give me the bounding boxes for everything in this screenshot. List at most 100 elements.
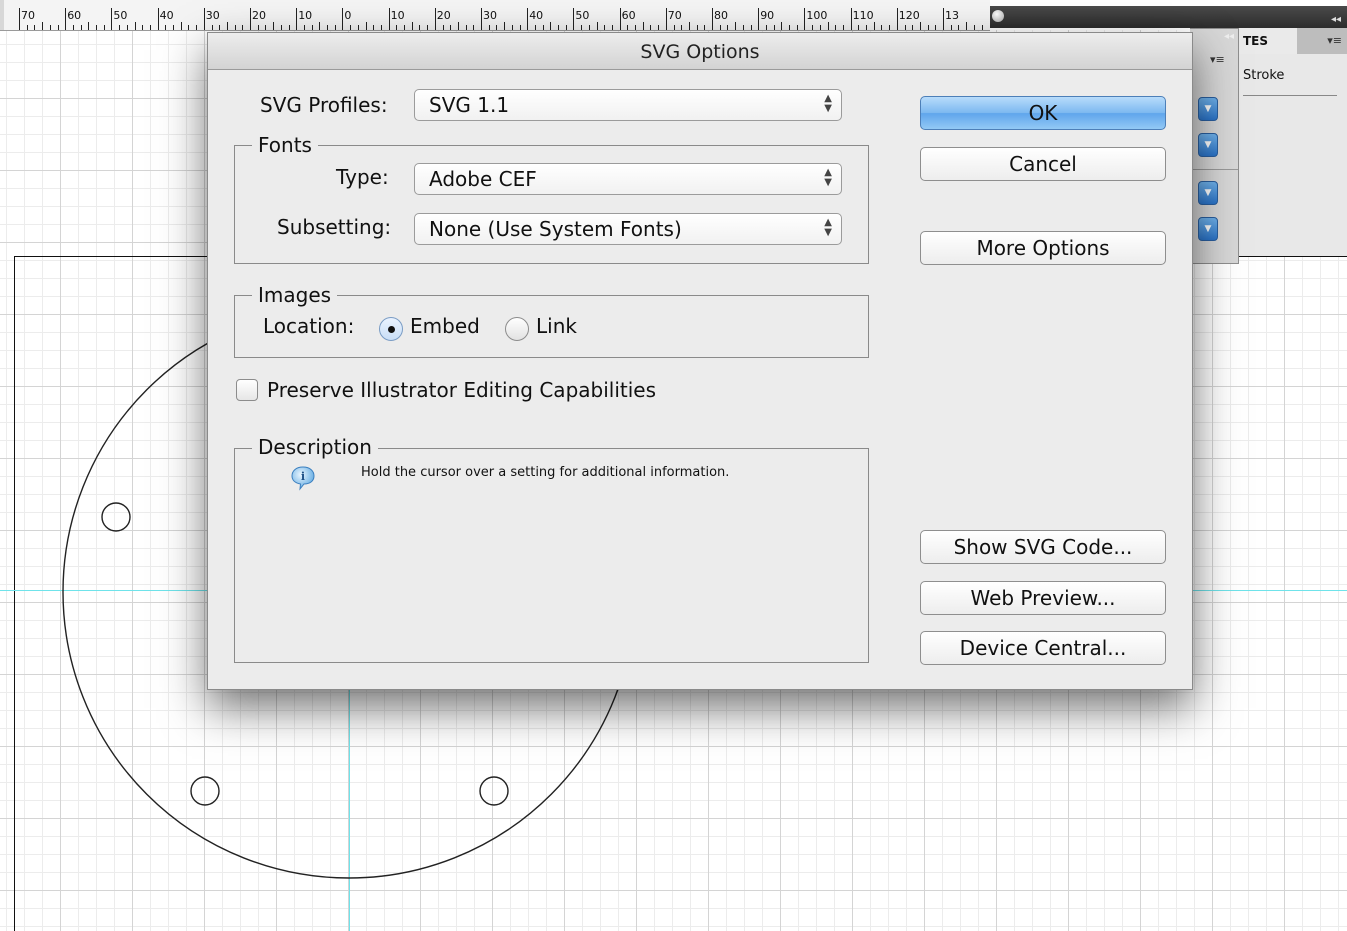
ruler-label: 60 xyxy=(621,9,636,22)
ruler-minor-tick xyxy=(904,25,906,30)
ruler-minor-tick xyxy=(627,25,629,30)
ruler-major-tick xyxy=(665,8,667,30)
small-circle-shape[interactable] xyxy=(479,776,509,806)
panel-dock-header[interactable]: ◂◂ xyxy=(990,6,1347,28)
ruler-minor-tick xyxy=(26,25,28,30)
ruler-major-tick xyxy=(850,8,852,30)
link-label[interactable]: Link xyxy=(536,314,577,338)
ruler-label: 20 xyxy=(252,9,266,22)
ruler-minor-tick xyxy=(219,25,221,30)
ruler-minor-tick xyxy=(735,22,737,30)
ruler-label: 50 xyxy=(113,9,128,22)
ruler-major-tick xyxy=(296,8,298,30)
ruler-minor-tick xyxy=(134,22,136,30)
svg-profiles-label: SVG Profiles: xyxy=(260,93,388,117)
ruler-major-tick xyxy=(19,8,20,30)
ruler-label: 20 xyxy=(436,9,451,22)
subsetting-select[interactable]: None (Use System Fonts) ▲ ▼ xyxy=(414,213,842,245)
ruler-major-tick xyxy=(250,8,251,30)
ruler-label: 10 xyxy=(298,9,313,22)
ruler-major-tick xyxy=(896,8,898,30)
small-circle-shape[interactable] xyxy=(190,776,220,806)
panel-dropdown-button[interactable]: ▼ xyxy=(1198,97,1218,121)
ruler-major-tick xyxy=(111,8,113,30)
ruler-major-tick xyxy=(65,8,67,30)
font-type-label: Type: xyxy=(336,165,389,189)
ruler-label: 110 xyxy=(852,9,874,22)
ruler-minor-tick xyxy=(450,25,452,30)
panel-dropdown-button[interactable]: ▼ xyxy=(1198,181,1218,205)
ruler-minor-tick xyxy=(34,25,36,30)
font-type-value: Adobe CEF xyxy=(429,167,537,191)
show-svg-code-button[interactable]: Show SVG Code... xyxy=(920,530,1166,564)
ruler-label: 13 xyxy=(945,9,959,22)
panel-dropdown-button[interactable]: ▼ xyxy=(1198,133,1218,157)
svg-profiles-value: SVG 1.1 xyxy=(429,93,510,117)
embed-radio[interactable] xyxy=(379,317,403,341)
ruler-major-tick xyxy=(758,8,760,30)
ruler-minor-tick xyxy=(696,25,698,30)
ruler-minor-tick xyxy=(511,25,513,30)
preserve-editing-checkbox[interactable] xyxy=(236,379,258,401)
ruler-minor-tick xyxy=(950,25,952,30)
ruler-minor-tick xyxy=(311,25,313,30)
collapse-panels-icon[interactable]: ◂◂ xyxy=(1331,14,1341,25)
ruler-minor-tick xyxy=(57,25,59,30)
ruler-label: 80 xyxy=(714,9,728,22)
small-circle-shape[interactable] xyxy=(101,502,131,532)
ok-button[interactable]: OK xyxy=(920,96,1166,130)
side-panel: ◂◂ ▾≡ ▼ ▼ ▼ ▼ xyxy=(1190,28,1239,264)
device-central-button[interactable]: Device Central... xyxy=(920,631,1166,665)
svg-profiles-select[interactable]: SVG 1.1 ▲ ▼ xyxy=(414,89,842,121)
ruler-minor-tick xyxy=(126,25,128,30)
panel-menu-icon[interactable]: ▾≡ xyxy=(1327,34,1342,47)
embed-label[interactable]: Embed xyxy=(410,314,480,338)
ruler-minor-tick xyxy=(357,25,359,30)
preserve-editing-label[interactable]: Preserve Illustrator Editing Capabilitie… xyxy=(267,378,656,402)
ruler-minor-tick xyxy=(642,22,644,30)
ruler-minor-tick xyxy=(49,25,51,30)
ruler-minor-tick xyxy=(635,25,636,30)
ruler-minor-tick xyxy=(673,25,675,30)
panel-menu-icon[interactable]: ▾≡ xyxy=(1210,53,1225,66)
panel-dropdown-button[interactable]: ▼ xyxy=(1198,217,1218,241)
ruler-minor-tick xyxy=(966,22,968,30)
ruler-minor-tick xyxy=(427,25,429,30)
images-legend: Images xyxy=(252,283,338,307)
ruler-minor-tick xyxy=(142,25,144,30)
ruler-minor-tick xyxy=(234,25,236,30)
more-options-button[interactable]: More Options xyxy=(920,231,1166,265)
ruler-minor-tick xyxy=(835,25,837,30)
ruler-minor-tick xyxy=(273,22,275,30)
panel-divider xyxy=(1190,169,1238,170)
tab-attributes[interactable]: TES xyxy=(1239,28,1297,54)
ruler-minor-tick xyxy=(72,25,74,30)
web-preview-button[interactable]: Web Preview... xyxy=(920,581,1166,615)
panel-divider xyxy=(1243,95,1337,96)
ruler-minor-tick xyxy=(196,25,198,30)
ruler-minor-tick xyxy=(565,25,567,30)
dialog-title[interactable]: SVG Options xyxy=(208,33,1192,70)
ruler-minor-tick xyxy=(350,25,352,30)
ruler-minor-tick xyxy=(188,25,190,30)
link-radio[interactable] xyxy=(505,317,529,341)
ruler-minor-tick xyxy=(149,25,151,30)
select-arrows-icon: ▲ ▼ xyxy=(824,217,832,238)
ruler-label: 10 xyxy=(390,9,405,22)
ruler-corner xyxy=(0,0,4,30)
ruler-minor-tick xyxy=(303,25,305,30)
ruler-minor-tick xyxy=(819,25,821,30)
cancel-button[interactable]: Cancel xyxy=(920,147,1166,181)
ruler-minor-tick xyxy=(781,22,783,30)
ruler-minor-tick xyxy=(373,25,375,30)
collapse-panel-icon[interactable]: ◂◂ xyxy=(1224,31,1234,42)
ruler-major-tick xyxy=(434,8,436,30)
ruler-minor-tick xyxy=(681,25,683,30)
horizontal-ruler[interactable]: 70 60 50 40 30 20 10 0 10 20 30 40 50 60 70 80 90 100 110 1… xyxy=(0,0,990,31)
panel-dock-grip-icon[interactable] xyxy=(992,10,1004,22)
font-type-select[interactable]: Adobe CEF ▲ ▼ xyxy=(414,163,842,195)
ruler-minor-tick xyxy=(789,25,790,30)
attributes-panel: TES ▾≡ Stroke xyxy=(1238,28,1347,256)
ruler-minor-tick xyxy=(858,25,860,30)
ruler-minor-tick xyxy=(442,25,444,30)
